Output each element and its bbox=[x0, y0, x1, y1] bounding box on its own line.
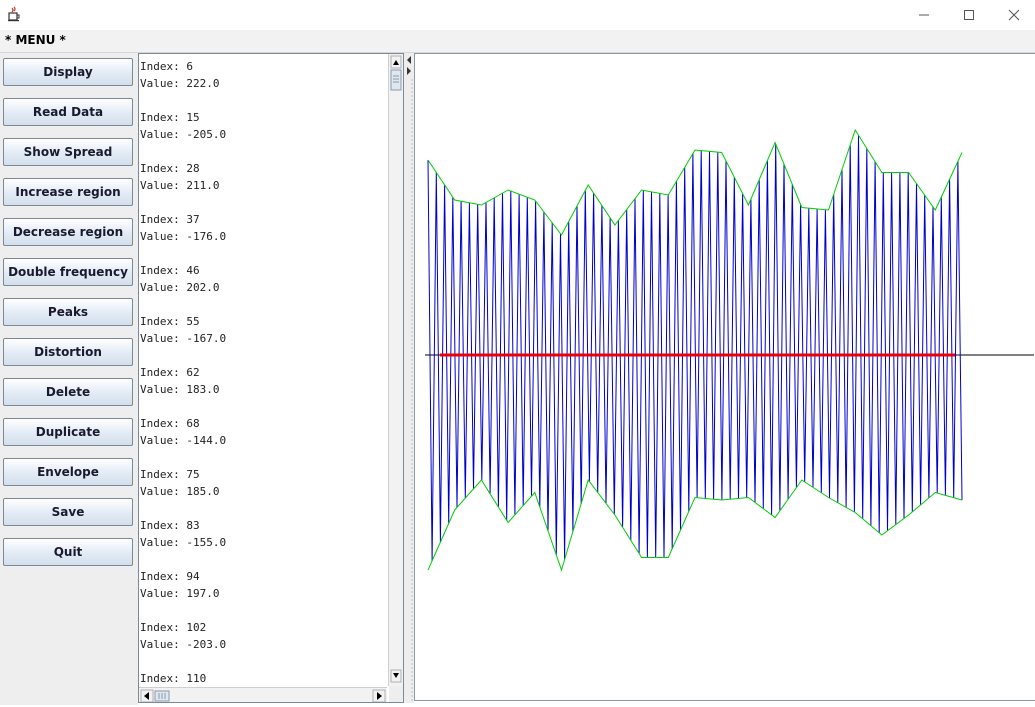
list-item-index: Index: 75 bbox=[140, 468, 200, 481]
list-item-value: Value: 202.0 bbox=[140, 281, 220, 294]
list-item-index: Index: 94 bbox=[140, 570, 200, 583]
menu-label[interactable]: * MENU * bbox=[5, 33, 66, 47]
peaks-list-panel[interactable]: Index: 6 Value: 222.0 Index: 15 Value: -20… bbox=[138, 53, 404, 703]
delete-button[interactable]: Delete bbox=[3, 378, 133, 406]
decrease-region-button[interactable]: Decrease region bbox=[3, 218, 133, 246]
java-cup-icon bbox=[8, 6, 20, 22]
read-data-button[interactable]: Read Data bbox=[3, 98, 133, 126]
list-item: Index: 28 Value: 211.0 bbox=[140, 160, 388, 211]
vertical-scroll-thumb[interactable] bbox=[390, 69, 402, 91]
peaks-button[interactable]: Peaks bbox=[3, 298, 133, 326]
list-item-index: Index: 37 bbox=[140, 213, 200, 226]
list-item-index: Index: 110 bbox=[140, 672, 207, 685]
maximize-button[interactable] bbox=[946, 0, 992, 30]
list-item-index: Index: 62 bbox=[140, 366, 200, 379]
waveform-canvas bbox=[425, 128, 1034, 572]
list-item-value: Value: 183.0 bbox=[140, 383, 220, 396]
list-item-index: Index: 6 bbox=[140, 60, 193, 73]
collapse-left-icon[interactable] bbox=[407, 56, 411, 64]
list-item: Index: 15 Value: -205.0 bbox=[140, 109, 388, 160]
split-pane-divider[interactable] bbox=[404, 53, 414, 703]
lower-envelope-line bbox=[427, 478, 963, 572]
scroll-corner bbox=[389, 686, 403, 702]
list-item: Index: 83 Value: -155.0 bbox=[140, 517, 388, 568]
list-item: Index: 46 Value: 202.0 bbox=[140, 262, 388, 313]
list-item-index: Index: 68 bbox=[140, 417, 200, 430]
list-item: Index: 102 Value: -203.0 bbox=[140, 619, 388, 670]
duplicate-button[interactable]: Duplicate bbox=[3, 418, 133, 446]
list-item-index: Index: 83 bbox=[140, 519, 200, 532]
list-item-value: Value: -203.0 bbox=[140, 638, 227, 651]
button-panel: Display Read Data Show Spread Increase r… bbox=[0, 53, 138, 705]
upper-envelope-line bbox=[427, 128, 963, 236]
list-item-value: Value: 211.0 bbox=[140, 179, 220, 192]
save-button[interactable]: Save bbox=[3, 498, 133, 526]
maximize-icon bbox=[964, 10, 974, 20]
list-item-index: Index: 102 bbox=[140, 621, 207, 634]
list-item-value: Value: -144.0 bbox=[140, 434, 227, 447]
vertical-scrollbar[interactable] bbox=[388, 54, 403, 686]
horizontal-scrollbar[interactable] bbox=[139, 687, 387, 702]
show-spread-button[interactable]: Show Spread bbox=[3, 138, 133, 166]
list-item: Index: 55 Value: -167.0 bbox=[140, 313, 388, 364]
quit-button[interactable]: Quit bbox=[3, 538, 133, 566]
list-item: Index: 62 Value: 183.0 bbox=[140, 364, 388, 415]
collapse-right-icon[interactable] bbox=[407, 67, 411, 75]
list-item: Index: 94 Value: 197.0 bbox=[140, 568, 388, 619]
envelope-button[interactable]: Envelope bbox=[3, 458, 133, 486]
list-item: Index: 68 Value: -144.0 bbox=[140, 415, 388, 466]
list-item-value: Value: -167.0 bbox=[140, 332, 227, 345]
list-item-value: Value: 197.0 bbox=[140, 587, 220, 600]
double-frequency-button[interactable]: Double frequency bbox=[3, 258, 133, 286]
close-icon bbox=[1008, 9, 1020, 21]
list-item-value: Value: -155.0 bbox=[140, 536, 227, 549]
list-item-value: Value: 222.0 bbox=[140, 77, 220, 90]
list-item-value: Value: -176.0 bbox=[140, 230, 227, 243]
list-item-index: Index: 15 bbox=[140, 111, 200, 124]
minimize-icon bbox=[919, 14, 929, 16]
vertical-scrollbar-graphic bbox=[390, 55, 402, 683]
close-button[interactable] bbox=[991, 0, 1035, 30]
list-item: Index: 37 Value: -176.0 bbox=[140, 211, 388, 262]
increase-region-button[interactable]: Increase region bbox=[3, 178, 133, 206]
waveform-line bbox=[427, 135, 963, 561]
list-item-value: Value: 185.0 bbox=[140, 485, 220, 498]
distortion-button[interactable]: Distortion bbox=[3, 338, 133, 366]
list-item: Index: 75 Value: 185.0 bbox=[140, 466, 388, 517]
split-divider-graphic bbox=[407, 56, 413, 701]
minimize-button[interactable] bbox=[901, 0, 947, 30]
title-bar bbox=[0, 0, 1035, 30]
menu-bar: * MENU * bbox=[0, 30, 1035, 53]
list-item: Index: 6 Value: 222.0 bbox=[140, 58, 388, 109]
waveform-plot-panel bbox=[414, 53, 1035, 701]
list-item-index: Index: 46 bbox=[140, 264, 200, 277]
list-item-index: Index: 55 bbox=[140, 315, 200, 328]
horizontal-scrollbar-graphic bbox=[140, 689, 386, 702]
list-item-index: Index: 28 bbox=[140, 162, 200, 175]
list-item-value: Value: -205.0 bbox=[140, 128, 227, 141]
display-button[interactable]: Display bbox=[3, 58, 133, 86]
peaks-list: Index: 6 Value: 222.0 Index: 15 Value: -20… bbox=[140, 58, 388, 702]
